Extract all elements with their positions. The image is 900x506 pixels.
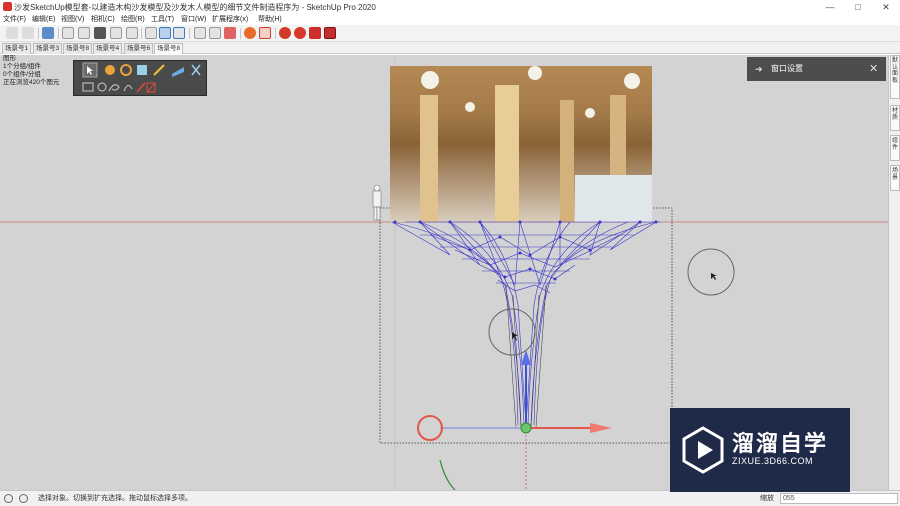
menu-view[interactable]: 视图(V)	[61, 14, 84, 25]
style-builder-icon[interactable]	[324, 27, 336, 39]
selection-tool-palette	[73, 60, 207, 96]
reference-image[interactable]	[390, 66, 652, 222]
move-icon[interactable]	[105, 65, 115, 75]
wireframe-icon[interactable]	[159, 27, 171, 39]
cursor-circle-secondary	[687, 248, 735, 296]
status-bar: 选择对象。切换到扩充选择。拖动鼠标选择多项。 缩放 055	[0, 490, 900, 506]
eraser-red-icon[interactable]	[146, 82, 156, 93]
shaded-icon[interactable]	[173, 27, 185, 39]
line-red-icon[interactable]	[136, 82, 146, 93]
freehand-select-icon[interactable]	[123, 85, 133, 92]
menu-file[interactable]: 文件(F)	[3, 14, 26, 25]
selection-stats: 图形 1个分组/组件 0个组件/分组 正在浏览420个图元	[3, 55, 59, 87]
layout-icon[interactable]	[309, 27, 321, 39]
menu-edit[interactable]: 编辑(E)	[32, 14, 55, 25]
panel-close-icon[interactable]: ✕	[869, 57, 878, 81]
paint-bucket-icon[interactable]	[137, 65, 147, 75]
scene-tabs-bar: 场景号1 场景号3 场景号8 场景号4 场景号6 场景号8	[0, 42, 900, 54]
view-iso-icon[interactable]	[62, 27, 74, 39]
status-message: 选择对象。切换到扩充选择。拖动鼠标选择多项。	[38, 495, 192, 502]
default-tray: 默认面板 材质 组件 场景	[888, 55, 900, 490]
scene-tab-4[interactable]: 场景号4	[93, 43, 123, 54]
tray-tab-materials[interactable]: 材质	[890, 105, 900, 131]
circle-select-icon[interactable]	[97, 82, 107, 92]
xray-icon[interactable]	[145, 27, 157, 39]
measurements-input[interactable]: 055	[780, 493, 898, 504]
stats-line: 正在浏览420个图元	[3, 79, 60, 86]
toolbar-separator	[189, 28, 190, 39]
maximize-button[interactable]: □	[844, 0, 872, 14]
geo-location-icon[interactable]	[4, 494, 13, 503]
window-settings-panel[interactable]: ➜ 窗口设置 ✕	[747, 57, 886, 81]
toolbar-separator	[275, 28, 276, 39]
close-button[interactable]: ✕	[872, 0, 900, 14]
scene-tab-2[interactable]: 场景号3	[33, 43, 63, 54]
magic-wand-icon[interactable]	[153, 64, 165, 76]
lasso-select-icon[interactable]	[108, 84, 120, 92]
play-logo-icon	[682, 426, 724, 474]
view-back-icon[interactable]	[126, 27, 138, 39]
view-front-icon[interactable]	[94, 27, 106, 39]
axes-icon[interactable]	[191, 64, 201, 76]
watermark-name: 溜溜自学	[732, 431, 829, 456]
measurements-label: 缩放	[760, 495, 774, 502]
expand-arrow-icon[interactable]: ➜	[755, 57, 763, 81]
info-icon[interactable]	[19, 494, 28, 503]
menu-tools[interactable]: 工具(T)	[151, 14, 174, 25]
section-plane-icon[interactable]	[172, 67, 184, 77]
extension-warehouse-icon[interactable]	[279, 27, 291, 39]
toolbar-separator	[240, 28, 241, 39]
component-browser-icon[interactable]	[259, 27, 271, 39]
share-model-icon[interactable]	[22, 27, 34, 39]
rectangle-select-icon[interactable]	[82, 82, 94, 92]
window-title: 沙发SketchUp模型套-以建造木构沙发模型及沙发木人模型的细节文件制造程序为…	[14, 3, 376, 12]
stats-line: 1个分组/组件	[3, 63, 41, 70]
toolbar-separator	[141, 28, 142, 39]
get-models-icon[interactable]	[6, 27, 18, 39]
panel-title: 窗口设置	[771, 64, 803, 73]
sketchup-window: 沙发SketchUp模型套-以建造木构沙发模型及沙发木人模型的细节文件制造程序为…	[0, 0, 900, 506]
tray-tab-components[interactable]: 组件	[890, 135, 900, 161]
menu-bar: 文件(F) 编辑(E) 视图(V) 相机(C) 绘图(R) 工具(T) 窗口(W…	[0, 14, 900, 25]
menu-draw[interactable]: 绘图(R)	[121, 14, 145, 25]
move-gizmo[interactable]	[417, 350, 612, 490]
scale-figure[interactable]	[372, 184, 382, 221]
tray-tab-default[interactable]: 默认面板	[890, 55, 900, 99]
menu-window[interactable]: 窗口(W)	[181, 14, 206, 25]
tray-tab-scenes[interactable]: 场景	[890, 165, 900, 191]
minimize-button[interactable]: —	[816, 0, 844, 14]
scene-tab-5[interactable]: 场景号6	[124, 43, 154, 54]
menu-help[interactable]: 帮助(H)	[258, 14, 282, 25]
title-bar: 沙发SketchUp模型套-以建造木构沙发模型及沙发木人模型的细节文件制造程序为…	[0, 0, 900, 14]
cursor-arrow-icon	[711, 273, 717, 280]
extension-manager-icon[interactable]	[294, 27, 306, 39]
watermark-logo: 溜溜自学 ZIXUE.3D66.COM	[670, 408, 850, 492]
print-icon[interactable]	[42, 27, 54, 39]
menu-camera[interactable]: 相机(C)	[91, 14, 115, 25]
main-toolbar	[0, 25, 900, 42]
scene-tab-3[interactable]: 场景号8	[63, 43, 93, 54]
position-camera-icon[interactable]	[209, 27, 221, 39]
toolbar-separator	[58, 28, 59, 39]
toolbar-separator	[38, 28, 39, 39]
stats-line: 0个组件/分组	[3, 71, 41, 78]
mesh-vertices	[393, 220, 658, 281]
scene-tab-6[interactable]: 场景号8	[154, 43, 184, 54]
rotate-icon[interactable]	[120, 64, 132, 76]
view-top-icon[interactable]	[78, 27, 90, 39]
view-right-icon[interactable]	[110, 27, 122, 39]
walk-icon[interactable]	[194, 27, 206, 39]
look-around-icon[interactable]	[224, 27, 236, 39]
component-options-icon[interactable]	[244, 27, 256, 39]
scene-tab-1[interactable]: 场景号1	[2, 43, 32, 54]
menu-extensions[interactable]: 扩展程序(x)	[212, 14, 248, 25]
watermark-url: ZIXUE.3D66.COM	[732, 456, 814, 466]
sketchup-app-icon	[3, 2, 12, 11]
stats-heading: 图形	[3, 55, 16, 62]
